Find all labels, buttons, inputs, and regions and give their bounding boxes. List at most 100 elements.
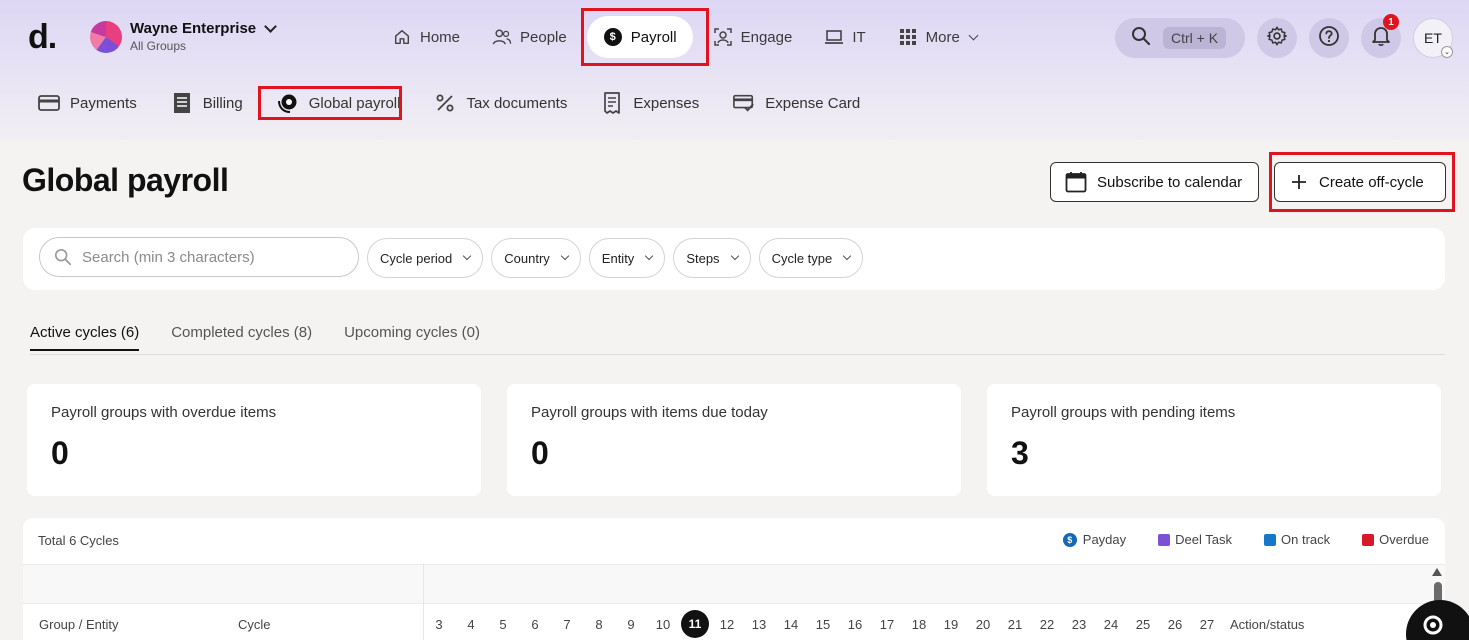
calendar-day: 6 xyxy=(519,610,551,638)
help-button[interactable] xyxy=(1309,18,1349,58)
home-icon xyxy=(392,27,412,47)
calendar-day: 5 xyxy=(487,610,519,638)
subscribe-calendar-button[interactable]: Subscribe to calendar xyxy=(1050,162,1259,202)
calendar-day-label: 9 xyxy=(627,616,635,632)
user-initials: ET xyxy=(1424,30,1442,46)
legend-overdue-swatch xyxy=(1362,533,1375,546)
calendar-day-label: 18 xyxy=(911,616,927,632)
notification-badge: 1 xyxy=(1383,14,1399,30)
billing-icon xyxy=(171,92,193,114)
grid-icon xyxy=(898,27,918,47)
subnav-expense-card[interactable]: Expense Card xyxy=(733,88,860,118)
calendar-day: 17 xyxy=(871,610,903,638)
highlight-create-off-cycle xyxy=(1269,152,1455,212)
chevron-down-icon xyxy=(264,19,278,33)
subnav-payments[interactable]: Payments xyxy=(38,88,137,118)
calendar-day-label: 21 xyxy=(1007,616,1023,632)
calendar-day-label: 7 xyxy=(563,616,571,632)
filter-steps[interactable]: Steps xyxy=(673,238,751,278)
deel-logo[interactable]: d. xyxy=(28,18,57,57)
chat-icon xyxy=(1420,612,1446,638)
cycle-tabs: Active cycles (6) Completed cycles (8) U… xyxy=(30,324,512,351)
nav-it[interactable]: IT xyxy=(812,16,877,58)
nav-engage[interactable]: Engage xyxy=(701,16,805,58)
overdue-card-value: 0 xyxy=(51,435,69,471)
calendar-day: 24 xyxy=(1095,610,1127,638)
nav-home[interactable]: Home xyxy=(380,16,472,58)
filter-cycle-period[interactable]: Cycle period xyxy=(367,238,484,278)
filter-bar: Cycle period Country Entity Steps Cycle … xyxy=(23,228,1445,290)
sub-nav: Payments Billing Global payroll Tax docu… xyxy=(38,88,894,118)
search-input[interactable] xyxy=(82,248,332,266)
user-avatar[interactable]: ET ⌄ xyxy=(1413,18,1453,58)
chevron-down-icon: ⌄ xyxy=(1441,46,1453,58)
chevron-down-icon xyxy=(645,251,654,261)
calendar-day: 10 xyxy=(647,610,679,638)
filter-entity-label: Entity xyxy=(601,250,635,266)
search-icon xyxy=(54,248,72,266)
calendar-day-label: 16 xyxy=(847,616,863,632)
filter-country[interactable]: Country xyxy=(491,238,581,278)
subnav-billing-label: Billing xyxy=(202,94,243,112)
tabs-divider xyxy=(30,354,1445,355)
card-icon xyxy=(38,92,60,114)
column-group-entity: Group / Entity xyxy=(39,617,119,632)
highlight-global-payroll xyxy=(258,86,402,120)
calendar-day-label: 13 xyxy=(751,616,767,632)
scroll-up-arrow[interactable] xyxy=(1432,568,1442,576)
nav-people-label: People xyxy=(520,28,567,46)
calendar-day: 26 xyxy=(1159,610,1191,638)
search-box[interactable] xyxy=(39,237,359,277)
calendar-day-label: 8 xyxy=(595,616,603,632)
search-shortcut: Ctrl + K xyxy=(1163,27,1227,49)
legend-overdue-label: Overdue xyxy=(1379,532,1429,547)
calendar-day: 13 xyxy=(743,610,775,638)
due-today-card: Payroll groups with items due today 0 xyxy=(507,384,961,496)
calendar-day: 4 xyxy=(455,610,487,638)
calendar-day: 21 xyxy=(999,610,1031,638)
calendar-day-label: 3 xyxy=(435,616,443,632)
pending-card-value: 3 xyxy=(1011,435,1029,471)
subnav-tax-documents[interactable]: Tax documents xyxy=(434,88,567,118)
percent-icon xyxy=(434,92,456,114)
cycles-calendar-panel: Total 6 Cycles $ Payday Deel Task On tra… xyxy=(23,518,1445,640)
legend-deel-task: Deel Task xyxy=(1158,532,1232,547)
calendar-day-label: 24 xyxy=(1103,616,1119,632)
calendar-day-label: 14 xyxy=(783,616,799,632)
legend-payday: $ Payday xyxy=(1062,532,1127,547)
legend-deel-task-swatch xyxy=(1158,533,1171,546)
calendar-day: 23 xyxy=(1063,610,1095,638)
filter-cycle-type[interactable]: Cycle type xyxy=(758,238,864,278)
notifications-button[interactable]: 1 xyxy=(1361,14,1401,58)
nav-people[interactable]: People xyxy=(480,16,579,58)
org-avatar xyxy=(90,20,122,53)
calendar-day-label: 15 xyxy=(815,616,831,632)
calendar-day: 16 xyxy=(839,610,871,638)
global-search-button[interactable]: Ctrl + K xyxy=(1115,18,1245,58)
filter-entity[interactable]: Entity xyxy=(588,238,666,278)
legend-payday-label: Payday xyxy=(1082,532,1127,547)
tab-completed-cycles[interactable]: Completed cycles (8) xyxy=(171,324,312,351)
calendar-day-label: 27 xyxy=(1199,616,1215,632)
calendar-day-label: 25 xyxy=(1135,616,1151,632)
legend-on-track-swatch xyxy=(1264,533,1276,546)
nav-more-label: More xyxy=(925,28,960,46)
calendar-day: 8 xyxy=(583,610,615,638)
tab-active-cycles[interactable]: Active cycles (6) xyxy=(30,324,140,351)
nav-it-label: IT xyxy=(852,28,866,46)
laptop-icon xyxy=(824,27,844,47)
subnav-tax-documents-label: Tax documents xyxy=(466,94,568,112)
total-cycles: Total 6 Cycles xyxy=(38,533,119,548)
column-action-status: Action/status xyxy=(1226,617,1305,632)
settings-button[interactable] xyxy=(1257,18,1297,58)
nav-more[interactable]: More xyxy=(886,16,989,58)
chevron-down-icon xyxy=(560,251,570,261)
subnav-billing[interactable]: Billing xyxy=(171,88,243,118)
calendar-day-label: 26 xyxy=(1167,616,1183,632)
org-switcher[interactable]: Wayne Enterprise All Groups xyxy=(90,19,278,53)
subnav-expenses[interactable]: Expenses xyxy=(601,88,699,118)
tab-upcoming-cycles[interactable]: Upcoming cycles (0) xyxy=(344,324,480,351)
filter-chips: Cycle period Country Entity Steps Cycle … xyxy=(367,238,871,278)
calendar-day: 20 xyxy=(967,610,999,638)
nav-engage-label: Engage xyxy=(740,28,793,46)
